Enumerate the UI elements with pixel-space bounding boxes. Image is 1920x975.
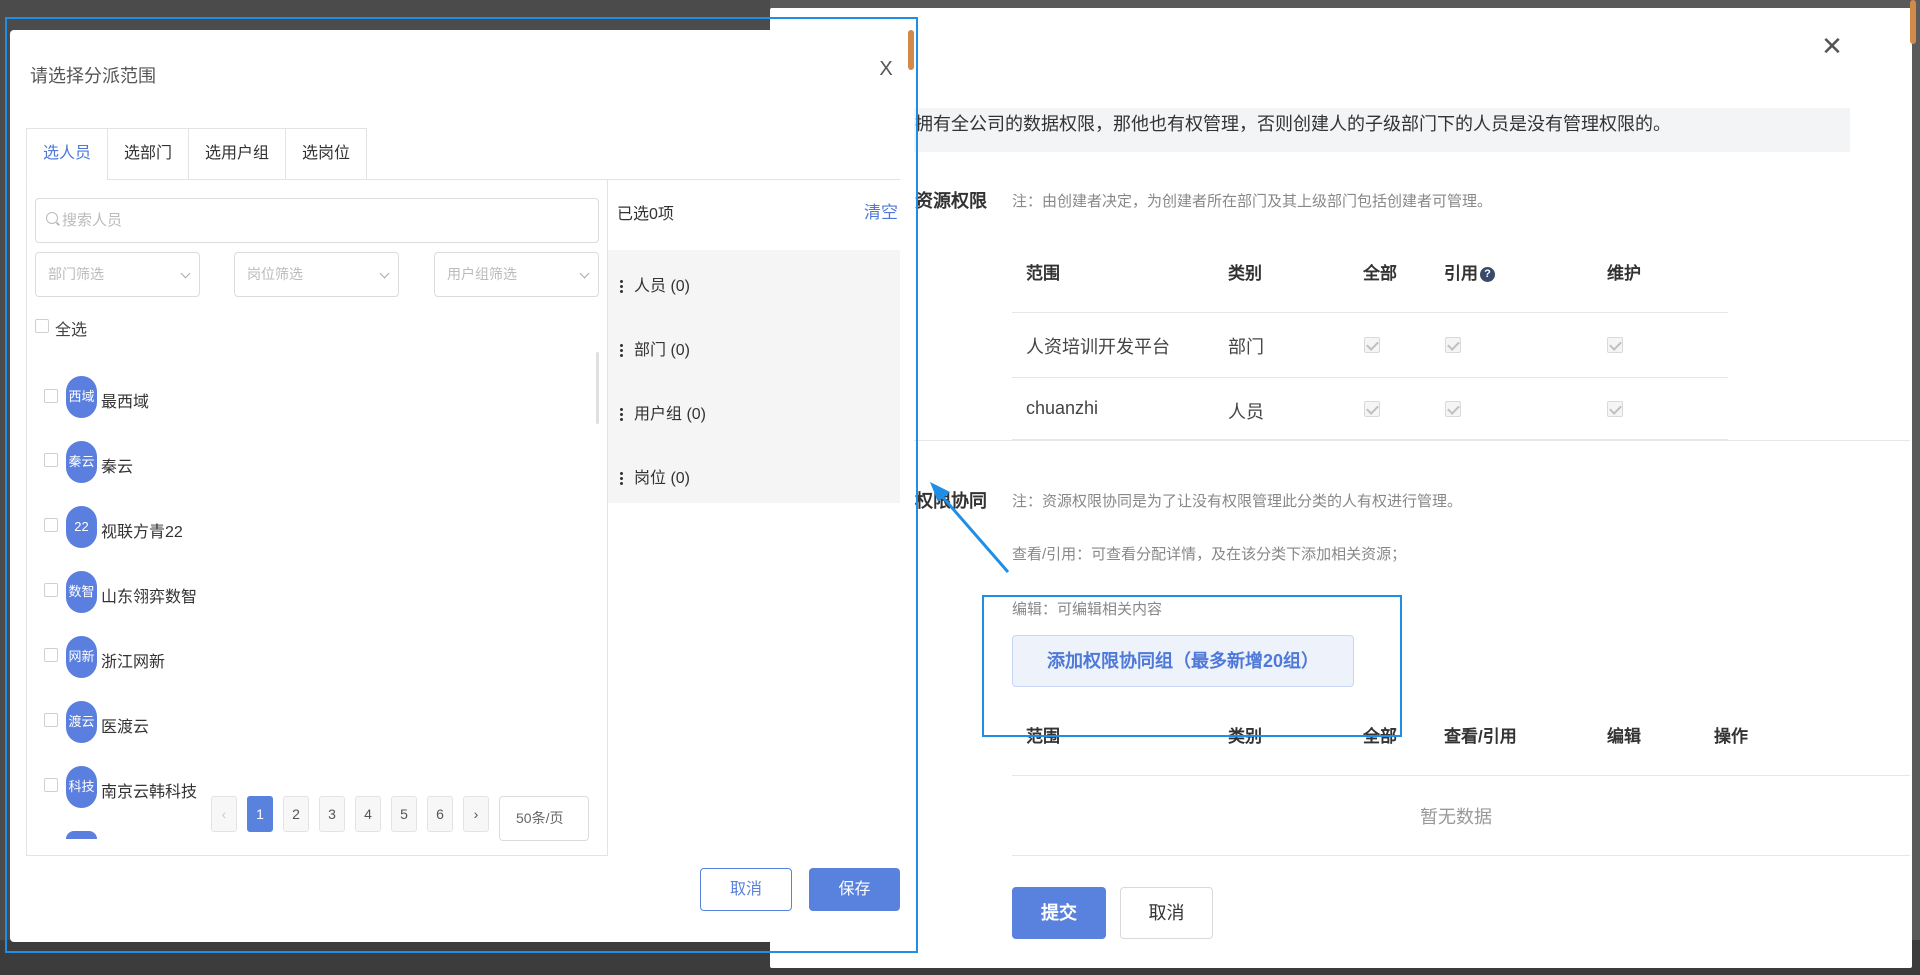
submit-button[interactable]: 提交 xyxy=(1012,887,1106,939)
page-scrollbar[interactable] xyxy=(1910,0,1916,44)
col-view-reference: 查看/引用 xyxy=(1444,727,1517,746)
empty-state: 暂无数据 xyxy=(1420,807,1492,827)
col-all: 全部 xyxy=(1363,264,1397,283)
resource-permission-note: 注：由创建者决定，为创建者所在部门及其上级部门包括创建者可管理。 xyxy=(1012,193,1493,210)
row2-maintain-checkbox xyxy=(1607,401,1623,417)
col-scope: 范围 xyxy=(1026,264,1060,283)
table-divider xyxy=(1012,775,1910,776)
cancel-button[interactable]: 取消 xyxy=(1120,887,1213,939)
table-divider xyxy=(1012,855,1910,856)
col-actions: 操作 xyxy=(1714,727,1748,746)
close-icon[interactable]: ✕ xyxy=(1820,34,1844,60)
col-maintain: 维护 xyxy=(1607,264,1641,283)
row1-all-checkbox xyxy=(1364,337,1380,353)
row1-type: 部门 xyxy=(1228,337,1264,357)
row2-all-checkbox xyxy=(1364,401,1380,417)
top-note: 拥有全公司的数据权限，那他也有权管理，否则创建人的子级部门下的人员是没有管理权限… xyxy=(905,108,1850,152)
col-edit: 编辑 xyxy=(1607,727,1641,746)
row1-reference-checkbox xyxy=(1445,337,1461,353)
collab-note: 注：资源权限协同是为了让没有权限管理此分类的人有权进行管理。 xyxy=(1012,493,1463,510)
col-type: 类别 xyxy=(1228,264,1262,283)
resource-permission-title: 资源权限 xyxy=(915,191,987,211)
table-divider xyxy=(1012,377,1728,378)
collab-title: 权限协同 xyxy=(915,491,987,511)
row1-maintain-checkbox xyxy=(1607,337,1623,353)
add-group-highlight-box xyxy=(982,595,1402,737)
row2-type: 人员 xyxy=(1228,402,1264,422)
collab-view-note: 查看/引用：可查看分配详情，及在该分类下添加相关资源； xyxy=(1012,546,1407,563)
col-reference-label: 引用 xyxy=(1444,264,1478,283)
table-divider xyxy=(1012,312,1728,313)
question-circle-icon[interactable]: ? xyxy=(1480,267,1495,282)
row2-reference-checkbox xyxy=(1445,401,1461,417)
modal-highlight-box xyxy=(5,17,918,953)
section-divider xyxy=(905,440,1910,441)
row2-scope: chuanzhi xyxy=(1026,398,1099,418)
row1-scope: 人资培训开发平台 xyxy=(1026,337,1170,357)
col-reference: 引用? xyxy=(1444,259,1495,284)
